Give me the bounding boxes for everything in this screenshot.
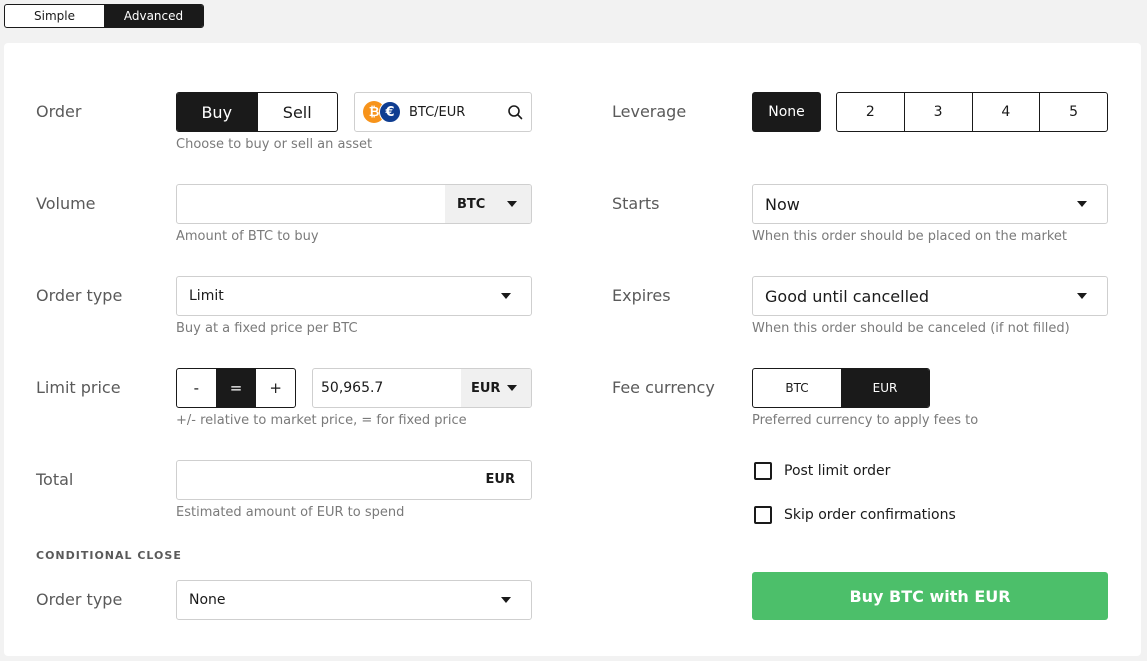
plus-button[interactable]: + <box>255 369 295 407</box>
minus-button[interactable]: - <box>177 369 216 407</box>
fee-btc-button[interactable]: BTC <box>753 369 841 407</box>
mode-advanced-tab[interactable]: Advanced <box>104 5 203 27</box>
buy-sell-toggle: Buy Sell <box>176 92 338 132</box>
equals-button[interactable]: = <box>215 369 256 407</box>
conditional-order-type-value: None <box>189 592 226 608</box>
limit-price-mode-toggle: - = + <box>176 368 296 408</box>
buy-button[interactable]: Buy <box>177 93 257 131</box>
skip-confirm-checkbox[interactable] <box>754 506 772 524</box>
chevron-down-icon <box>507 385 517 391</box>
total-label: Total <box>36 470 74 489</box>
limit-price-input[interactable]: 50,965.7 <box>321 380 383 396</box>
chevron-down-icon <box>501 597 511 603</box>
search-icon <box>508 105 523 120</box>
chevron-down-icon <box>507 201 517 207</box>
conditional-order-type-select[interactable]: None <box>176 580 532 620</box>
leverage-none-button[interactable]: None <box>752 92 821 132</box>
leverage-label: Leverage <box>612 102 687 121</box>
leverage-option[interactable]: 2 <box>837 93 904 131</box>
expires-label: Expires <box>612 286 671 305</box>
limit-price-unit-label: EUR <box>471 380 501 396</box>
limit-price-field[interactable]: 50,965.7 EUR <box>312 368 532 408</box>
conditional-order-type-label: Order type <box>36 590 123 609</box>
mode-toggle: Simple Advanced <box>4 4 204 28</box>
fee-eur-button[interactable]: EUR <box>841 369 929 407</box>
leverage-option[interactable]: 3 <box>903 93 972 131</box>
post-limit-label: Post limit order <box>784 463 891 479</box>
sell-button[interactable]: Sell <box>256 93 338 131</box>
order-hint: Choose to buy or sell an asset <box>176 137 373 152</box>
volume-label: Volume <box>36 194 96 213</box>
conditional-close-title: CONDITIONAL CLOSE <box>36 549 182 562</box>
post-limit-row[interactable]: Post limit order <box>754 462 890 480</box>
leverage-option[interactable]: 4 <box>971 93 1040 131</box>
expires-select[interactable]: Good until cancelled <box>752 276 1108 316</box>
leverage-options: 2 3 4 5 <box>836 92 1108 132</box>
expires-hint: When this order should be canceled (if n… <box>752 321 1070 336</box>
starts-value: Now <box>765 194 800 214</box>
limit-price-unit-select[interactable]: EUR <box>461 369 531 407</box>
order-form-panel: Order Buy Sell ₿ € BTC/EUR Choose to buy… <box>4 43 1141 656</box>
total-hint: Estimated amount of EUR to spend <box>176 505 405 520</box>
post-limit-checkbox[interactable] <box>754 462 772 480</box>
order-type-label: Order type <box>36 286 123 305</box>
submit-order-button[interactable]: Buy BTC with EUR <box>752 572 1108 620</box>
skip-confirm-label: Skip order confirmations <box>784 507 956 523</box>
volume-unit-label: BTC <box>457 196 486 212</box>
order-type-select[interactable]: Limit <box>176 276 532 316</box>
starts-hint: When this order should be placed on the … <box>752 229 1067 244</box>
expires-value: Good until cancelled <box>765 286 930 306</box>
mode-simple-tab[interactable]: Simple <box>5 5 104 27</box>
volume-unit-select[interactable]: BTC <box>445 185 531 223</box>
leverage-option[interactable]: 5 <box>1039 93 1107 131</box>
chevron-down-icon <box>1077 201 1087 207</box>
volume-field[interactable]: BTC <box>176 184 532 224</box>
order-type-value: Limit <box>189 288 224 304</box>
pair-label: BTC/EUR <box>409 104 466 120</box>
pair-selector[interactable]: ₿ € BTC/EUR <box>354 92 532 132</box>
order-label: Order <box>36 102 82 121</box>
order-type-hint: Buy at a fixed price per BTC <box>176 321 358 336</box>
fee-currency-hint: Preferred currency to apply fees to <box>752 413 979 428</box>
fee-currency-label: Fee currency <box>612 378 715 397</box>
total-field[interactable]: EUR <box>176 460 532 500</box>
euro-icon: € <box>379 101 401 123</box>
chevron-down-icon <box>501 293 511 299</box>
starts-select[interactable]: Now <box>752 184 1108 224</box>
limit-price-hint: +/- relative to market price, = for fixe… <box>176 413 467 428</box>
fee-currency-toggle: BTC EUR <box>752 368 930 408</box>
total-unit-label: EUR <box>485 472 515 487</box>
volume-hint: Amount of BTC to buy <box>176 229 319 244</box>
chevron-down-icon <box>1077 293 1087 299</box>
limit-price-label: Limit price <box>36 378 121 397</box>
skip-confirm-row[interactable]: Skip order confirmations <box>754 506 956 524</box>
starts-label: Starts <box>612 194 660 213</box>
